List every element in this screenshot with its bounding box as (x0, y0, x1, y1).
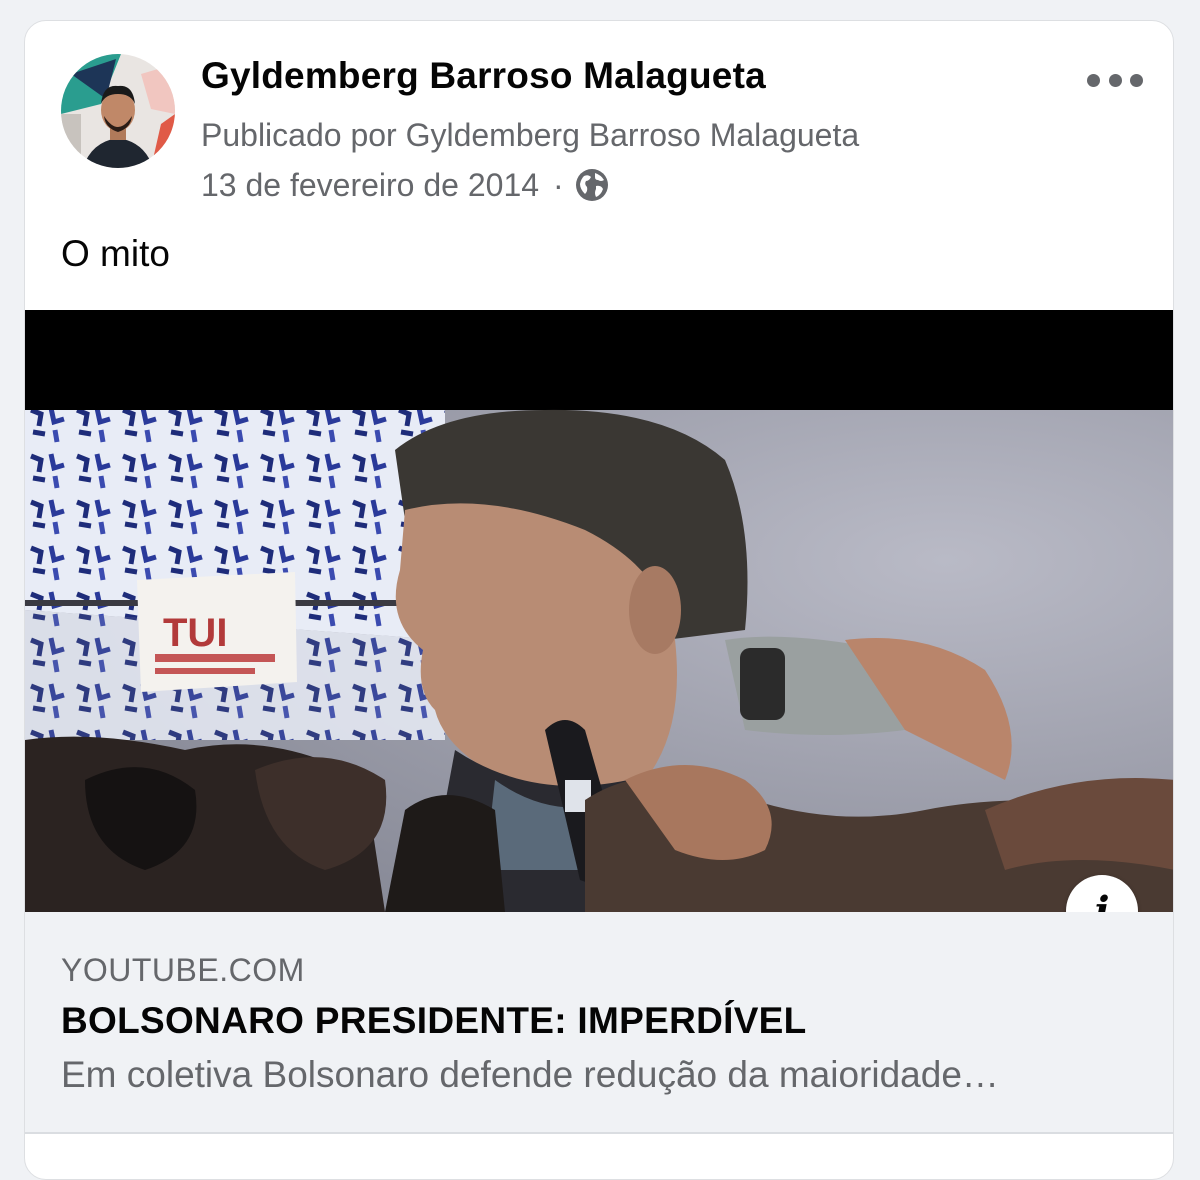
post-meta: 13 de fevereiro de 2014 · (201, 165, 610, 205)
link-preview[interactable]: YOUTUBE.COM BOLSONARO PRESIDENTE: IMPERD… (25, 912, 1173, 1132)
more-horizontal-icon (1087, 73, 1100, 87)
meta-separator: · (553, 166, 564, 203)
divider (25, 1132, 1173, 1134)
avatar-photo (61, 54, 175, 168)
author-avatar[interactable] (61, 54, 175, 168)
link-domain: YOUTUBE.COM (61, 952, 305, 988)
link-description: Em coletiva Bolsonaro defende redução da… (61, 1054, 999, 1095)
author-name[interactable]: Gyldemberg Barroso Malagueta (201, 55, 766, 97)
post-date[interactable]: 13 de fevereiro de 2014 (201, 167, 539, 204)
more-options-button[interactable] (1087, 65, 1143, 95)
sign-text: TUI (163, 611, 227, 655)
video-thumbnail-image: TUI (25, 310, 1173, 912)
post-card: Gyldemberg Barroso Malagueta Publicado p… (24, 20, 1174, 1180)
video-thumbnail[interactable]: TUI (25, 310, 1173, 912)
published-by-text: Publicado por Gyldemberg Barroso Malague… (201, 117, 860, 153)
post-text: O mito (61, 233, 170, 274)
globe-icon[interactable] (574, 167, 610, 203)
link-title: BOLSONARO PRESIDENTE: IMPERDÍVEL (61, 1000, 807, 1041)
